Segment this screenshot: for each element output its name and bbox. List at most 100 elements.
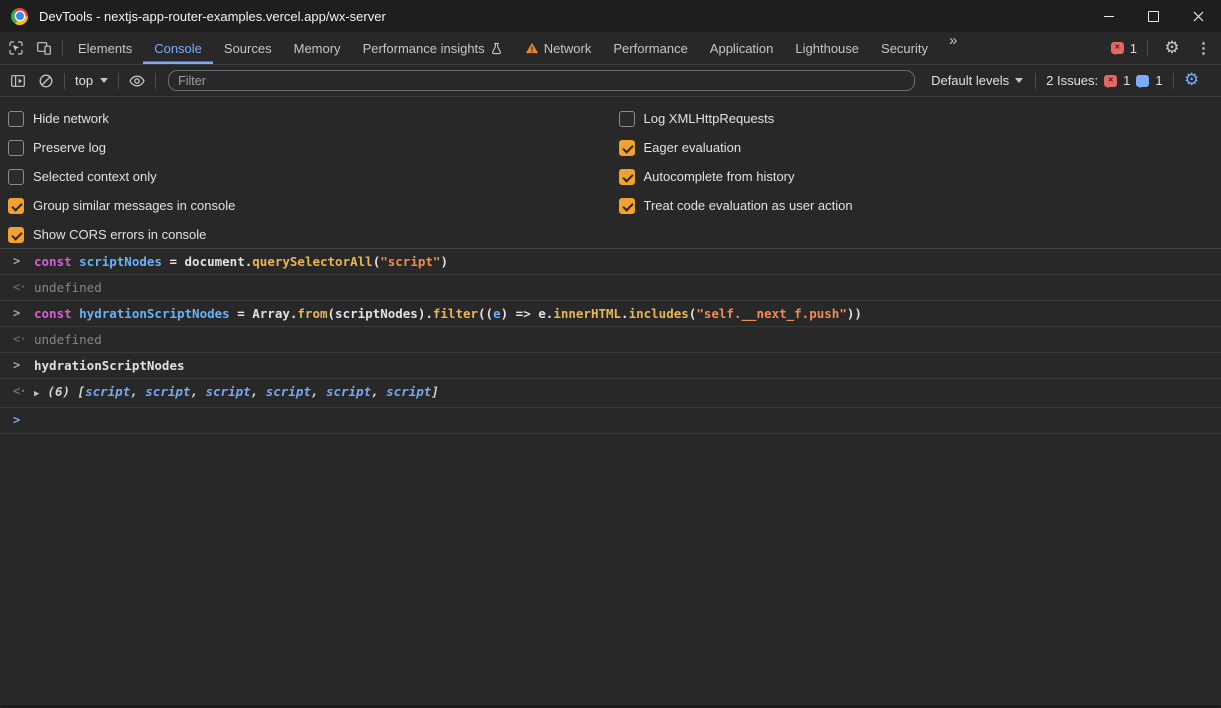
inspect-element-button[interactable] <box>2 32 30 64</box>
node-link[interactable]: script <box>206 384 251 399</box>
filter-input[interactable] <box>168 70 915 91</box>
tab-label: Memory <box>294 41 341 56</box>
settings-button[interactable]: ⚙ <box>1158 40 1186 57</box>
setting-preserve-log[interactable]: Preserve log <box>8 133 611 162</box>
code-token: "self.__next_f.push" <box>696 306 847 321</box>
setting-label: Group similar messages in console <box>33 198 235 213</box>
tab-sources[interactable]: Sources <box>213 32 283 64</box>
devtools-tabbar: Elements Console Sources Memory Performance … <box>0 32 1221 65</box>
console-sidebar-button[interactable] <box>4 73 32 89</box>
checkbox-checked-icon <box>8 198 24 214</box>
console-message-text: const scriptNodes = document.querySelect… <box>34 249 448 274</box>
tab-performance[interactable]: Performance <box>602 32 698 64</box>
gear-icon: ⚙ <box>1164 40 1179 57</box>
execution-context-selector[interactable]: top <box>69 73 114 88</box>
setting-show-cors-errors-in-console[interactable]: Show CORS errors in console <box>8 220 611 249</box>
issues-badge[interactable]: 1 <box>1111 41 1137 56</box>
more-tabs-button[interactable]: » <box>949 32 957 64</box>
tab-application[interactable]: Application <box>699 32 785 64</box>
window-controls <box>1086 0 1221 32</box>
tab-lighthouse[interactable]: Lighthouse <box>784 32 870 64</box>
tab-network[interactable]: Network <box>514 32 603 64</box>
console-settings-button[interactable]: ⚙ <box>1178 72 1206 89</box>
divider <box>62 40 63 56</box>
code-token: , <box>190 384 205 399</box>
setting-selected-context-only[interactable]: Selected context only <box>8 162 611 191</box>
checkbox-unchecked-icon <box>8 111 24 127</box>
sidebar-toggle-icon <box>10 73 26 89</box>
tab-memory[interactable]: Memory <box>283 32 352 64</box>
code-token: (6) <box>47 384 77 399</box>
console-result: <·undefined <box>0 275 1221 301</box>
divider <box>118 73 119 89</box>
tab-label: Performance insights <box>363 41 485 56</box>
tab-label: Network <box>544 41 592 56</box>
code-token: (scriptNodes). <box>328 306 433 321</box>
setting-autocomplete-from-history[interactable]: Autocomplete from history <box>619 162 1221 191</box>
code-token: scriptNodes <box>79 254 162 269</box>
setting-treat-code-evaluation-as-user-action[interactable]: Treat code evaluation as user action <box>619 191 1221 220</box>
tab-label: Application <box>710 41 774 56</box>
console-message-text: hydrationScriptNodes <box>34 353 185 378</box>
code-token: innerHTML <box>553 306 621 321</box>
customize-menu-button[interactable]: ⋮ <box>1192 39 1215 57</box>
setting-group-similar-messages-in-console[interactable]: Group similar messages in console <box>8 191 611 220</box>
console-messages: >const scriptNodes = document.querySelec… <box>0 249 1221 434</box>
setting-label: Log XMLHttpRequests <box>644 111 775 126</box>
setting-log-xmlhttprequests[interactable]: Log XMLHttpRequests <box>619 104 1221 133</box>
tabbar-right-cluster: 1 ⚙ ⋮ <box>1111 32 1215 64</box>
console-settings-pane: Hide network Preserve logSelected context… <box>0 97 1221 249</box>
checkbox-checked-icon <box>8 227 24 243</box>
result-arrow-icon: <· <box>13 379 30 404</box>
log-levels-dropdown[interactable]: Default levels <box>923 73 1031 88</box>
maximize-icon <box>1148 11 1159 22</box>
prompt-chevron-icon: > <box>13 408 30 433</box>
node-link[interactable]: script <box>85 384 130 399</box>
console-message-text: ▶(6) [script, script, script, script, sc… <box>34 379 439 407</box>
clear-console-button[interactable] <box>32 73 60 89</box>
settings-column-right: Log XMLHttpRequests Eager evaluation Autoc… <box>611 104 1221 248</box>
inspect-cursor-icon <box>8 40 24 56</box>
tab-label: Console <box>154 41 202 56</box>
tab-performance-insights[interactable]: Performance insights <box>352 32 514 64</box>
setting-label: Show CORS errors in console <box>33 227 206 242</box>
maximize-button[interactable] <box>1131 0 1176 32</box>
code-token: [ <box>78 384 86 399</box>
code-token: const <box>34 254 79 269</box>
checkbox-checked-icon <box>619 198 635 214</box>
tab-label: Lighthouse <box>795 41 859 56</box>
device-toolbar-icon <box>36 40 52 56</box>
tab-console[interactable]: Console <box>143 32 213 64</box>
code-token: = document. <box>162 254 252 269</box>
node-link[interactable]: script <box>326 384 371 399</box>
live-expression-button[interactable] <box>123 73 151 89</box>
tab-label: Elements <box>78 41 132 56</box>
tab-elements[interactable]: Elements <box>67 32 143 64</box>
close-button[interactable] <box>1176 0 1221 32</box>
command-chevron-icon: > <box>13 249 30 274</box>
expand-triangle-icon[interactable]: ▶ <box>34 389 39 399</box>
warning-icon <box>525 41 539 55</box>
code-token: ) <box>440 254 448 269</box>
setting-hide-network[interactable]: Hide network <box>8 104 611 133</box>
setting-label: Hide network <box>33 111 109 126</box>
setting-eager-evaluation[interactable]: Eager evaluation <box>619 133 1221 162</box>
node-link[interactable]: script <box>145 384 190 399</box>
tab-security[interactable]: Security <box>870 32 939 64</box>
clear-console-icon <box>38 73 54 89</box>
node-link[interactable]: script <box>266 384 311 399</box>
divider <box>1147 40 1148 56</box>
console-command: >const scriptNodes = document.querySelec… <box>0 249 1221 275</box>
checkbox-unchecked-icon <box>8 169 24 185</box>
toggle-device-toolbar-button[interactable] <box>30 32 58 64</box>
minimize-button[interactable] <box>1086 0 1131 32</box>
console-prompt[interactable]: > <box>0 408 1221 434</box>
code-token: , <box>371 384 386 399</box>
checkbox-unchecked-icon <box>619 111 635 127</box>
code-token: undefined <box>34 280 102 295</box>
issue-info-count: 1 <box>1155 73 1162 88</box>
node-link[interactable]: script <box>386 384 431 399</box>
issues-summary[interactable]: 2 Issues: 1 1 <box>1040 73 1169 88</box>
code-token: . <box>621 306 629 321</box>
setting-label: Autocomplete from history <box>644 169 795 184</box>
